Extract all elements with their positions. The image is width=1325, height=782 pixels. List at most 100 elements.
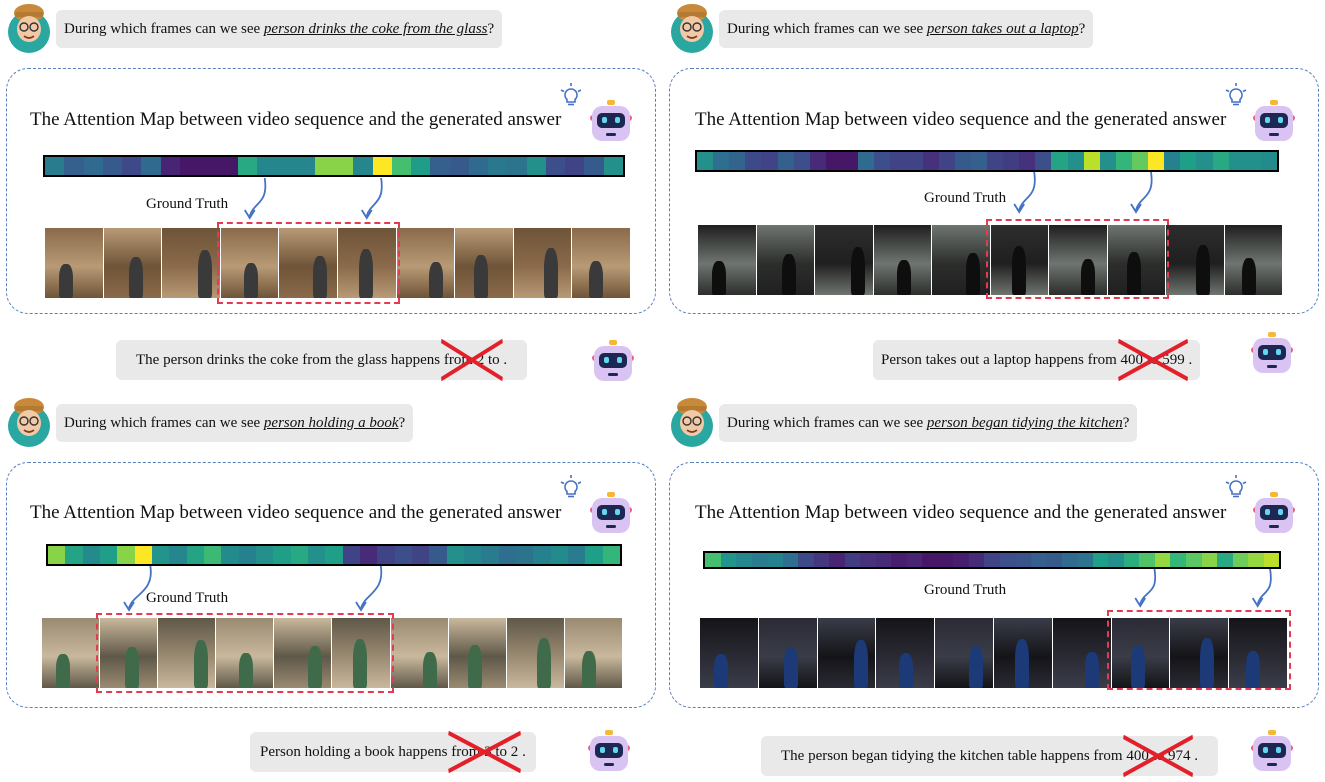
heatmap-cell xyxy=(237,157,257,175)
heatmap-cell xyxy=(1228,152,1245,170)
heatmap-cell xyxy=(1164,152,1181,170)
person-silhouette xyxy=(467,645,482,688)
heatmap-cell xyxy=(122,157,142,175)
question-query: person takes out a laptop xyxy=(926,21,1079,37)
heatmap-cell xyxy=(48,546,66,564)
ground-truth-highlight xyxy=(96,613,394,693)
lightbulb-icon xyxy=(1225,83,1247,106)
question-query: person drinks the coke from the glass xyxy=(263,21,488,37)
heatmap-cell xyxy=(372,157,392,175)
heatmap-cell xyxy=(906,152,923,170)
example-panel-takes-laptop: During which frames can we see person ta… xyxy=(663,0,1325,388)
heatmap-cell xyxy=(498,546,516,564)
ground-truth-highlight xyxy=(986,219,1170,299)
heatmap-cell xyxy=(1030,553,1047,567)
heatmap-cell xyxy=(273,546,291,564)
heatmap-cell xyxy=(970,152,987,170)
heatmap-cell xyxy=(468,157,489,175)
heatmap-cell xyxy=(359,546,378,564)
answer-wrong-span: 400 to 974 xyxy=(1123,734,1194,778)
heatmap-cell xyxy=(922,553,938,567)
answer-prefix: Person holding a book happens xyxy=(260,744,452,760)
cross-out-icon xyxy=(440,338,503,382)
heatmap-cell xyxy=(325,546,343,564)
video-frame xyxy=(513,228,572,298)
video-frame xyxy=(455,228,513,298)
heatmap-cell xyxy=(295,157,315,175)
attention-map-title: The Attention Map between video sequence… xyxy=(30,109,562,130)
heatmap-cell xyxy=(377,546,395,564)
heatmap-cell xyxy=(218,157,238,175)
heatmap-cell xyxy=(1019,152,1036,170)
heatmap-cell xyxy=(169,546,187,564)
robot-icon xyxy=(590,492,632,533)
person-silhouette xyxy=(899,653,914,688)
heatmap-cell xyxy=(394,546,412,564)
heatmap-cell xyxy=(1115,152,1132,170)
heatmap-cell xyxy=(745,152,762,170)
heatmap-cell xyxy=(1131,152,1149,170)
person-silhouette xyxy=(714,654,728,688)
heatmap-cell xyxy=(314,157,334,175)
heatmap-cell xyxy=(1170,553,1186,567)
video-frame xyxy=(935,618,993,688)
heatmap-cell xyxy=(276,157,296,175)
video-frame xyxy=(756,225,814,295)
heatmap-cell xyxy=(1217,553,1233,567)
heatmap-cell xyxy=(255,546,274,564)
heatmap-cell xyxy=(813,553,830,567)
question-query: person began tidying the kitchen xyxy=(926,415,1123,431)
heatmap-cell xyxy=(151,546,170,564)
question-query: person holding a book xyxy=(263,415,399,431)
heatmap-cell xyxy=(844,553,861,567)
question-suffix: ? xyxy=(487,21,495,37)
heatmap-cell xyxy=(585,546,603,564)
attention-heatmap-bar xyxy=(43,155,625,177)
person-silhouette xyxy=(589,261,604,298)
robot-icon xyxy=(588,730,630,771)
heatmap-cell xyxy=(751,553,768,567)
person-silhouette xyxy=(198,250,213,298)
video-frame xyxy=(873,225,931,295)
question-bubble: During which frames can we see person dr… xyxy=(56,10,503,48)
heatmap-cell xyxy=(777,152,794,170)
example-panel-tidying-kitchen: During which frames can we see person be… xyxy=(663,394,1325,782)
user-avatar-icon xyxy=(671,398,713,447)
heatmap-cell xyxy=(1003,152,1020,170)
lightbulb-icon xyxy=(1225,475,1247,498)
attention-map-title: The Attention Map between video sequence… xyxy=(695,109,1227,130)
answer-bubble: The person began tidying the kitchen tab… xyxy=(761,734,1218,778)
person-silhouette xyxy=(1196,245,1210,295)
heatmap-cell xyxy=(567,546,586,564)
ground-truth-label: Ground Truth xyxy=(146,590,229,606)
heatmap-cell xyxy=(999,553,1016,567)
cross-out-icon xyxy=(448,730,522,774)
heatmap-cell xyxy=(1051,152,1068,170)
heatmap-cell xyxy=(449,157,469,175)
attention-heatmap-bar xyxy=(695,150,1279,172)
cross-out-icon xyxy=(1117,338,1188,382)
heatmap-cell xyxy=(697,152,714,170)
heatmap-cell xyxy=(256,157,277,175)
heatmap-cell xyxy=(953,553,969,567)
video-frame xyxy=(1166,225,1224,295)
heatmap-cell xyxy=(761,152,778,170)
heatmap-cell xyxy=(45,157,65,175)
heatmap-cell xyxy=(307,546,326,564)
question-prefix: During which frames can we see xyxy=(727,21,927,37)
video-frame xyxy=(42,618,100,688)
person-silhouette xyxy=(1084,652,1099,688)
heatmap-cell xyxy=(1232,553,1249,567)
heatmap-cell xyxy=(64,157,84,175)
heatmap-cell xyxy=(1061,553,1078,567)
heatmap-cell xyxy=(65,546,83,564)
heatmap-cell xyxy=(134,546,152,564)
heatmap-cell xyxy=(179,157,200,175)
ground-truth-highlight xyxy=(1106,610,1291,690)
user-avatar-icon xyxy=(8,398,50,447)
heatmap-cell xyxy=(221,546,239,564)
heatmap-cell xyxy=(1180,152,1197,170)
person-silhouette xyxy=(853,640,868,688)
heatmap-cell xyxy=(984,553,1000,567)
video-frame xyxy=(162,228,220,298)
